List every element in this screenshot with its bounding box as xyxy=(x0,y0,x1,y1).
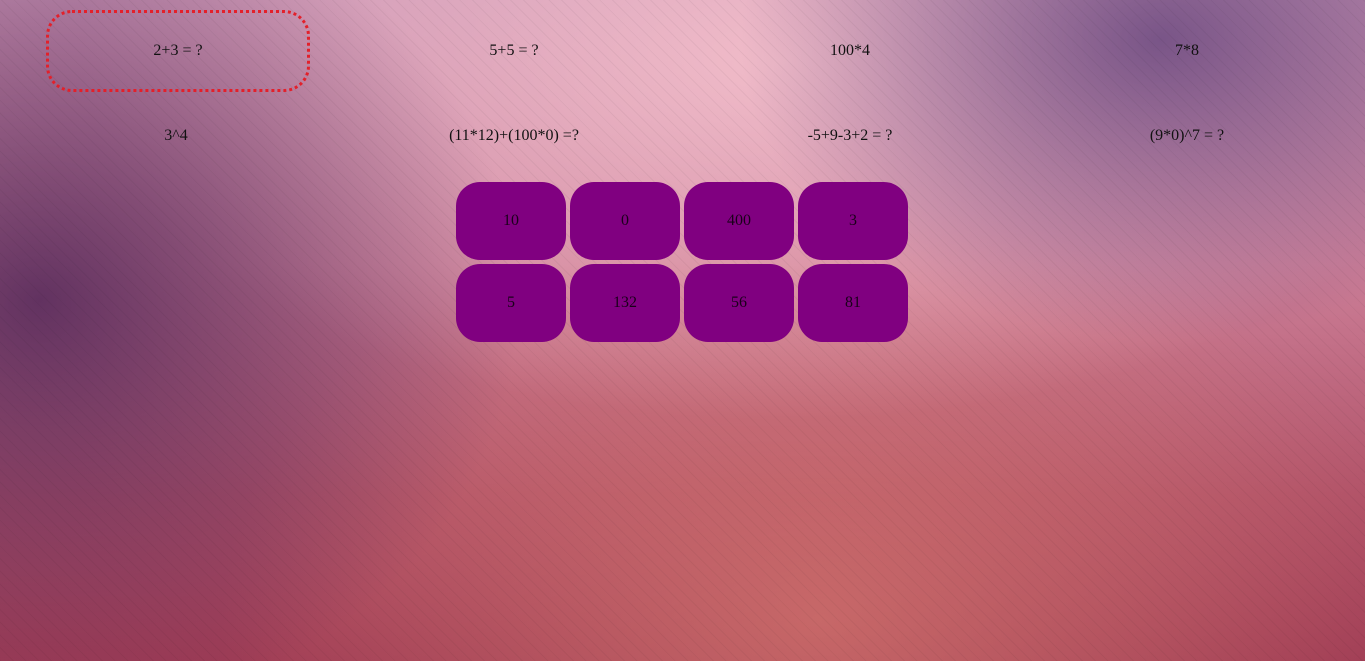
question-text: (9*0)^7 = ? xyxy=(1149,127,1225,144)
question-8[interactable]: (9*0)^7 = ? xyxy=(1055,95,1319,177)
answer-tile[interactable]: 56 xyxy=(684,264,794,342)
question-text: 100*4 xyxy=(830,42,870,59)
question-text: 3^4 xyxy=(164,127,188,144)
question-text: 2+3 = ? xyxy=(153,42,203,59)
answer-tile[interactable]: 5 xyxy=(456,264,566,342)
answer-grid: 10 0 400 3 5 132 56 81 xyxy=(456,182,908,342)
answer-tile[interactable]: 81 xyxy=(798,264,908,342)
question-2[interactable]: 5+5 = ? xyxy=(382,10,646,92)
question-3[interactable]: 100*4 xyxy=(718,10,982,92)
question-5[interactable]: 3^4 xyxy=(44,95,308,177)
question-text: (11*12)+(100*0) =? xyxy=(449,127,579,144)
answer-tile[interactable]: 400 xyxy=(684,182,794,260)
answer-tile[interactable]: 132 xyxy=(570,264,680,342)
question-text: 5+5 = ? xyxy=(489,42,539,59)
question-6[interactable]: (11*12)+(100*0) =? xyxy=(382,95,646,177)
answer-tile[interactable]: 10 xyxy=(456,182,566,260)
question-7[interactable]: -5+9-3+2 = ? xyxy=(718,95,982,177)
answer-tile[interactable]: 3 xyxy=(798,182,908,260)
question-4[interactable]: 7*8 xyxy=(1055,10,1319,92)
answer-tile[interactable]: 0 xyxy=(570,182,680,260)
question-1[interactable]: 2+3 = ? xyxy=(46,10,310,92)
question-text: -5+9-3+2 = ? xyxy=(807,127,893,144)
question-text: 7*8 xyxy=(1175,42,1199,59)
